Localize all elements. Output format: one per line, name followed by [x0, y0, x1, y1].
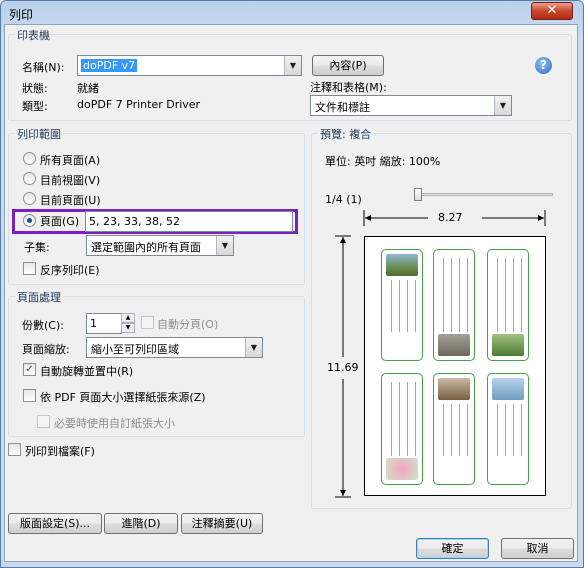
all-pages-label[interactable]: 所有頁面(A)	[40, 152, 100, 168]
comments-forms-value: 文件和標註	[315, 101, 370, 114]
reverse-pages-label[interactable]: 反序列印(E)	[40, 262, 100, 278]
comments-forms-select[interactable]: 文件和標註 ▼	[310, 95, 512, 116]
reverse-pages-checkbox[interactable]	[23, 262, 36, 275]
printer-name-label: 名稱(N):	[22, 61, 65, 74]
card-photo	[438, 334, 470, 356]
ok-button[interactable]: 確定	[416, 538, 489, 559]
zoom-slider-track[interactable]	[416, 193, 553, 196]
collate-checkbox[interactable]	[141, 316, 154, 329]
subset-label: 子集:	[24, 241, 50, 254]
page-width-value: 8.27	[438, 211, 463, 224]
pages-input[interactable]: 5, 23, 33, 38, 52	[85, 211, 293, 232]
page-indicator: 1/4 (1)	[325, 193, 362, 206]
zoom-slider-thumb[interactable]	[414, 188, 422, 201]
card-photo	[492, 334, 524, 356]
pages-input-value: 5, 23, 33, 38, 52	[89, 215, 180, 228]
card-photo	[386, 254, 418, 276]
page-height-value: 11.69	[327, 361, 359, 374]
summarize-comments-button[interactable]: 注釋摘要(U)	[181, 513, 263, 534]
preview-card	[487, 249, 529, 361]
custom-paper-checkbox[interactable]	[37, 415, 50, 428]
preview-card	[433, 373, 475, 485]
current-view-label[interactable]: 目前視圖(V)	[40, 172, 100, 188]
auto-rotate-checkbox[interactable]: ✓	[23, 363, 36, 376]
preview-legend: 預覽: 複合	[318, 126, 374, 142]
copies-label: 份數(C):	[22, 319, 64, 332]
chevron-down-icon[interactable]: ▼	[245, 338, 262, 357]
comments-forms-label: 注釋和表格(M):	[310, 81, 387, 94]
current-page-radio[interactable]	[23, 192, 36, 205]
subset-select[interactable]: 選定範圍內的所有頁面 ▼	[86, 235, 234, 256]
type-value: doPDF 7 Printer Driver	[77, 98, 201, 111]
preview-card	[433, 249, 475, 361]
status-label: 狀態:	[22, 82, 48, 95]
subset-value: 選定範圍內的所有頁面	[91, 241, 201, 254]
paper-source-label[interactable]: 依 PDF 頁面大小選擇紙張來源(Z)	[40, 389, 206, 405]
card-photo	[386, 458, 418, 480]
pages-label[interactable]: 頁面(G)	[40, 213, 79, 229]
print-to-file-label[interactable]: 列印到檔案(F)	[25, 443, 95, 459]
chevron-down-icon[interactable]: ▼	[284, 56, 301, 75]
page-scaling-label: 頁面縮放:	[22, 343, 70, 356]
help-icon[interactable]: ?	[535, 57, 552, 74]
preview-card	[381, 249, 423, 361]
pages-radio[interactable]	[23, 214, 36, 227]
printer-name-value: doPDF v7	[81, 59, 138, 72]
card-text	[387, 382, 417, 456]
preview-card	[487, 373, 529, 485]
card-text	[439, 258, 469, 332]
print-range-legend: 列印範圍	[15, 126, 63, 142]
copies-input[interactable]: 1	[86, 313, 122, 334]
chevron-down-icon[interactable]: ▼	[216, 236, 233, 255]
page-scaling-value: 縮小至可列印區域	[91, 343, 179, 356]
title-bar: 列印 ✕	[1, 1, 583, 25]
type-label: 類型:	[22, 100, 48, 113]
card-text	[493, 404, 523, 456]
properties-button[interactable]: 內容(P)	[312, 55, 384, 76]
all-pages-radio[interactable]	[23, 152, 36, 165]
page-preview	[364, 236, 546, 496]
copies-value: 1	[90, 317, 97, 330]
card-text	[387, 280, 417, 332]
card-text	[439, 404, 469, 456]
preview-units: 單位: 英吋 縮放: 100%	[325, 155, 441, 168]
current-page-label[interactable]: 目前頁面(U)	[40, 192, 101, 208]
spin-down-button[interactable]: ▼	[121, 323, 135, 333]
page-setup-button[interactable]: 版面設定(S)...	[8, 513, 102, 534]
auto-rotate-label[interactable]: 自動旋轉並置中(R)	[40, 363, 133, 379]
chevron-down-icon[interactable]: ▼	[494, 96, 511, 115]
page-handling-legend: 頁面處理	[15, 289, 63, 305]
current-view-radio[interactable]	[23, 172, 36, 185]
custom-paper-label[interactable]: 必要時使用自訂紙張大小	[54, 415, 175, 431]
printer-legend: 印表機	[15, 27, 52, 43]
collate-label[interactable]: 自動分頁(O)	[157, 316, 218, 332]
advanced-button[interactable]: 進階(D)	[104, 513, 178, 534]
paper-source-checkbox[interactable]	[23, 389, 36, 402]
card-text	[493, 258, 523, 332]
print-to-file-checkbox[interactable]	[8, 443, 21, 456]
page-scaling-select[interactable]: 縮小至可列印區域 ▼	[86, 337, 263, 358]
close-button[interactable]: ✕	[531, 2, 573, 20]
printer-name-select[interactable]: doPDF v7 ▼	[77, 55, 302, 76]
card-photo	[492, 378, 524, 400]
card-photo	[438, 378, 470, 400]
spin-up-button[interactable]: ▲	[121, 313, 135, 323]
cancel-button[interactable]: 取消	[501, 538, 574, 559]
window-title: 列印	[9, 8, 34, 22]
preview-card	[381, 373, 423, 485]
status-value: 就緒	[77, 82, 99, 95]
